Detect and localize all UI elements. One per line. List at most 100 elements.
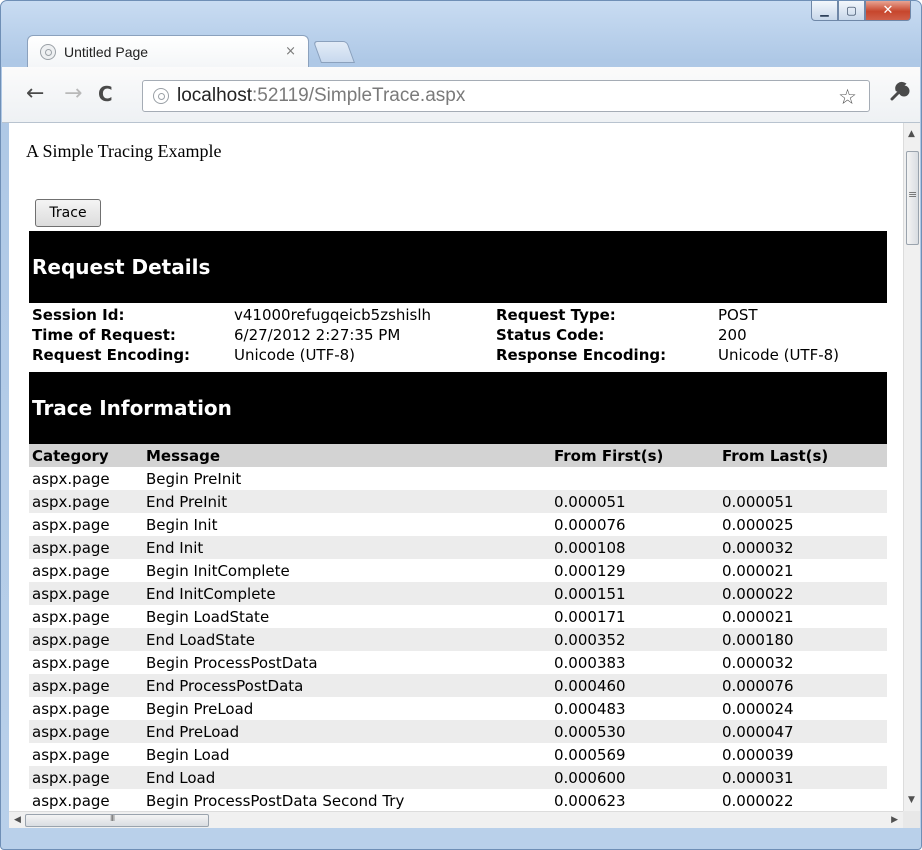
address-bar[interactable]: localhost:52119/SimpleTrace.aspx ☆ bbox=[142, 80, 870, 112]
table-row: aspx.page End Init 0.000108 0.000032 bbox=[29, 536, 887, 559]
close-window-button[interactable]: ✕ bbox=[865, 1, 911, 21]
table-row: aspx.page End PreInit 0.000051 0.000051 bbox=[29, 490, 887, 513]
table-cell: aspx.page bbox=[32, 791, 110, 810]
table-cell: End Load bbox=[143, 766, 551, 789]
trace-button[interactable]: Trace bbox=[35, 199, 101, 227]
browser-toolbar: ← → C localhost:52119/SimpleTrace.aspx ☆ bbox=[2, 67, 920, 123]
trace-table: Category Message From First(s) From Last… bbox=[29, 444, 887, 811]
table-cell: 0.000383 bbox=[554, 653, 626, 672]
table-cell: 0.000021 bbox=[722, 561, 794, 580]
details-value: Unicode (UTF-8) bbox=[718, 345, 840, 364]
table-cell: 0.000025 bbox=[722, 515, 794, 534]
table-cell: aspx.page bbox=[32, 515, 110, 534]
horizontal-scrollbar[interactable]: ◀ ▶ bbox=[9, 811, 903, 828]
table-cell: 0.000076 bbox=[719, 674, 887, 697]
table-cell bbox=[719, 467, 887, 490]
table-cell: End LoadState bbox=[143, 628, 551, 651]
table-cell: aspx.page bbox=[32, 561, 110, 580]
details-value: Unicode (UTF-8) bbox=[234, 345, 356, 364]
table-cell bbox=[551, 467, 719, 490]
url-path: :52119/SimpleTrace.aspx bbox=[252, 85, 466, 106]
reload-icon[interactable]: C bbox=[98, 83, 113, 105]
table-cell: Begin InitComplete bbox=[146, 561, 290, 580]
window-controls: ▁ ▢ ✕ bbox=[811, 1, 911, 23]
page-globe-icon bbox=[40, 43, 56, 60]
details-label: Request Type: bbox=[496, 305, 616, 324]
table-cell: Begin ProcessPostData bbox=[146, 653, 318, 672]
scroll-right-arrow-icon[interactable]: ▶ bbox=[891, 815, 898, 825]
table-cell: aspx.page bbox=[29, 720, 143, 743]
page-heading: A Simple Tracing Example bbox=[26, 141, 222, 161]
table-cell: 0.000569 bbox=[554, 745, 626, 764]
table-row: aspx.page Begin InitComplete 0.000129 0.000… bbox=[29, 559, 887, 582]
site-info-icon[interactable] bbox=[153, 88, 169, 104]
tab-close-icon[interactable]: × bbox=[285, 44, 296, 59]
details-label: Session Id: bbox=[32, 305, 125, 324]
browser-window: ▁ ▢ ✕ Untitled Page × ← → C localhost:52… bbox=[0, 0, 922, 850]
table-cell: 0.000021 bbox=[722, 607, 794, 626]
request-details-banner: Request Details bbox=[29, 231, 887, 303]
details-value: 6/27/2012 2:27:35 PM bbox=[234, 325, 401, 344]
wrench-icon bbox=[890, 82, 910, 101]
forward-arrow-icon[interactable]: → bbox=[64, 83, 82, 105]
back-arrow-icon[interactable]: ← bbox=[26, 83, 44, 105]
table-row: aspx.page Begin ProcessPostData 0.000383 0.… bbox=[29, 651, 887, 674]
table-cell: aspx.page bbox=[29, 536, 143, 559]
table-cell: aspx.page bbox=[32, 699, 110, 718]
details-row: Session Id: v41000refugqeicb5zshislh Req… bbox=[29, 305, 887, 325]
scroll-down-arrow-icon[interactable]: ▼ bbox=[908, 795, 915, 805]
table-cell: 0.000352 bbox=[551, 628, 719, 651]
vertical-scroll-thumb[interactable] bbox=[906, 151, 919, 245]
table-cell: aspx.page bbox=[29, 766, 143, 789]
table-cell: 0.000031 bbox=[719, 766, 887, 789]
scroll-left-arrow-icon[interactable]: ◀ bbox=[14, 815, 21, 825]
table-cell: Begin Init bbox=[146, 515, 218, 534]
table-cell: 0.000047 bbox=[719, 720, 887, 743]
details-value: POST bbox=[718, 305, 758, 324]
table-cell: 0.000022 bbox=[722, 791, 794, 810]
table-cell: 0.000076 bbox=[554, 515, 626, 534]
maximize-button[interactable]: ▢ bbox=[838, 1, 865, 21]
details-label: Response Encoding: bbox=[496, 345, 667, 364]
horizontal-scroll-thumb[interactable] bbox=[25, 814, 209, 827]
url-text: localhost:52119/SimpleTrace.aspx bbox=[177, 85, 465, 107]
details-label: Request Encoding: bbox=[32, 345, 191, 364]
browser-tab[interactable]: Untitled Page × bbox=[27, 35, 309, 67]
table-header-row: Category Message From First(s) From Last… bbox=[29, 444, 887, 467]
details-row: Request Encoding: Unicode (UTF-8) Respon… bbox=[29, 345, 887, 365]
table-cell: 0.000623 bbox=[554, 791, 626, 810]
table-row: aspx.page Begin LoadState 0.000171 0.000021 bbox=[29, 605, 887, 628]
table-cell: 0.000108 bbox=[551, 536, 719, 559]
table-cell: End ProcessPostData bbox=[143, 674, 551, 697]
vertical-scrollbar[interactable]: ▲ ▼ bbox=[903, 123, 920, 811]
table-row: aspx.page End LoadState 0.000352 0.000180 bbox=[29, 628, 887, 651]
minimize-button[interactable]: ▁ bbox=[811, 1, 838, 21]
table-cell: 0.000032 bbox=[722, 653, 794, 672]
table-cell: 0.000024 bbox=[722, 699, 794, 718]
request-details-table: Session Id: v41000refugqeicb5zshislh Req… bbox=[29, 305, 887, 365]
table-cell: 0.000151 bbox=[551, 582, 719, 605]
table-cell: aspx.page bbox=[32, 469, 110, 488]
table-cell: 0.000039 bbox=[722, 745, 794, 764]
new-tab-button[interactable] bbox=[312, 41, 356, 63]
table-row: aspx.page Begin PreInit bbox=[29, 467, 887, 490]
bookmark-star-icon[interactable]: ☆ bbox=[838, 85, 857, 109]
url-host: localhost bbox=[177, 85, 252, 106]
table-cell: 0.000483 bbox=[554, 699, 626, 718]
table-row: aspx.page End InitComplete 0.000151 0.00002… bbox=[29, 582, 887, 605]
scrollbar-corner bbox=[903, 811, 920, 828]
table-row: aspx.page Begin Load 0.000569 0.000039 bbox=[29, 743, 887, 766]
details-row: Time of Request: 6/27/2012 2:27:35 PM St… bbox=[29, 325, 887, 345]
table-cell: 0.000460 bbox=[551, 674, 719, 697]
column-header: From First(s) bbox=[551, 444, 719, 467]
table-cell: 0.000129 bbox=[554, 561, 626, 580]
table-row: aspx.page End PreLoad 0.000530 0.000047 bbox=[29, 720, 887, 743]
table-cell: End Init bbox=[143, 536, 551, 559]
table-cell: 0.000022 bbox=[719, 582, 887, 605]
table-cell: End InitComplete bbox=[143, 582, 551, 605]
scroll-up-arrow-icon[interactable]: ▲ bbox=[908, 129, 915, 139]
table-cell: 0.000051 bbox=[551, 490, 719, 513]
trace-table-body: aspx.page Begin PreInit aspx.page End PreIn… bbox=[29, 467, 887, 811]
wrench-menu-icon[interactable] bbox=[888, 81, 910, 109]
page-viewport: A Simple Tracing Example Trace Request D… bbox=[9, 123, 903, 811]
